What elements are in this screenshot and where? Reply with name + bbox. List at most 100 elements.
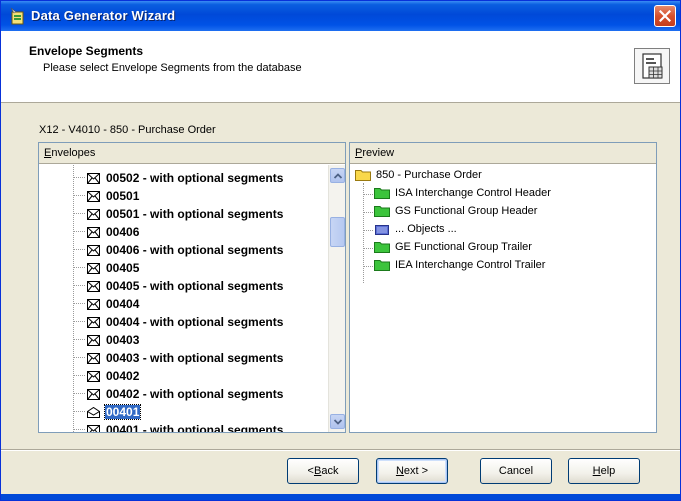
envelope-icon <box>87 388 100 400</box>
envelope-item-label: 00405 <box>106 261 140 275</box>
preview-tree[interactable]: 850 - Purchase Order ISA Interchange Con… <box>350 165 656 432</box>
envelope-item-label: 00403 - with optional segments <box>106 351 284 365</box>
tree-item[interactable]: IEA Interchange Control Trailer <box>364 259 546 271</box>
window-title: Data Generator Wizard <box>31 8 176 23</box>
header-title: Envelope Segments <box>29 44 144 58</box>
green-folder-icon <box>374 260 390 271</box>
envelope-item[interactable]: 00403 <box>74 331 140 349</box>
envelope-item[interactable]: 00405 <box>74 259 140 277</box>
tree-connector <box>74 393 85 394</box>
envelope-icon <box>87 424 100 432</box>
envelope-item[interactable]: 00402 - with optional segments <box>74 385 284 403</box>
envelope-item[interactable]: 00501 <box>74 187 140 205</box>
envelope-item[interactable]: 00402 <box>74 367 140 385</box>
tree-root[interactable]: 850 - Purchase Order <box>355 169 482 181</box>
envelope-icon <box>87 244 100 256</box>
wizard-app-icon <box>10 7 24 25</box>
tree-connector <box>74 303 85 304</box>
envelopes-pane: Envelopes 00502 - with optional segments… <box>38 142 346 433</box>
envelope-icon <box>87 334 100 346</box>
envelope-item-label: 00402 <box>106 369 140 383</box>
envelope-item-label: 00501 <box>106 189 140 203</box>
tree-item[interactable]: ISA Interchange Control Header <box>364 187 551 199</box>
envelopes-header: Envelopes <box>39 143 345 164</box>
tree-item-label: ... Objects ... <box>395 223 457 235</box>
close-button[interactable] <box>654 5 676 27</box>
tree-item[interactable]: GS Functional Group Header <box>364 205 538 217</box>
document-grid-icon <box>634 48 670 84</box>
wizard-header: Envelope Segments Please select Envelope… <box>1 31 680 103</box>
envelope-item[interactable]: 00401 <box>74 403 142 421</box>
envelope-item[interactable]: 00404 <box>74 295 140 313</box>
envelope-item[interactable]: 00401 - with optional segments <box>74 421 284 432</box>
tree-connector <box>74 375 85 376</box>
envelope-item-label: 00404 <box>106 297 140 311</box>
envelopes-scrollbar[interactable] <box>328 165 345 432</box>
close-icon <box>659 10 671 22</box>
footer-separator <box>1 449 680 451</box>
tree-connector <box>364 266 373 267</box>
envelope-item[interactable]: 00406 <box>74 223 140 241</box>
envelope-item-label: 00401 - with optional segments <box>106 423 284 432</box>
green-folder-icon <box>374 188 390 199</box>
envelope-item-label: 00406 <box>106 225 140 239</box>
envelope-icon <box>87 262 100 274</box>
message-path-label: X12 - V4010 - 850 - Purchase Order <box>39 124 216 136</box>
tree-guide-line <box>73 165 74 432</box>
back-button[interactable]: < Back <box>287 458 359 484</box>
chevron-down-icon <box>334 419 342 425</box>
preview-header: Preview <box>350 143 656 164</box>
scroll-down-button[interactable] <box>330 414 345 429</box>
envelope-item[interactable]: 00403 - with optional segments <box>74 349 284 367</box>
tree-connector <box>74 267 85 268</box>
envelope-item-label: 00401 <box>103 404 142 420</box>
envelope-item-label: 00402 - with optional segments <box>106 387 284 401</box>
open-envelope-icon <box>87 406 100 418</box>
wizard-window: Data Generator Wizard Envelope Segments … <box>0 0 681 501</box>
tree-connector <box>74 213 85 214</box>
tree-item[interactable]: GE Functional Group Trailer <box>364 241 532 253</box>
envelope-item-label: 00502 - with optional segments <box>106 171 284 185</box>
tree-connector <box>364 230 373 231</box>
green-folder-icon <box>374 206 390 217</box>
tree-connector <box>74 339 85 340</box>
scroll-up-button[interactable] <box>330 168 345 183</box>
preview-pane: Preview 850 - Purchase Order ISA Interch… <box>349 142 657 433</box>
envelope-item[interactable]: 00502 - with optional segments <box>74 169 284 187</box>
blue-folder-icon <box>375 225 389 235</box>
tree-connector <box>74 249 85 250</box>
tree-item-label: IEA Interchange Control Trailer <box>395 259 546 271</box>
envelope-item-label: 00404 - with optional segments <box>106 315 284 329</box>
tree-connector <box>74 429 85 430</box>
tree-guide-line <box>363 183 364 283</box>
envelope-item[interactable]: 00404 - with optional segments <box>74 313 284 331</box>
tree-connector <box>364 212 373 213</box>
title-bar[interactable]: Data Generator Wizard <box>1 1 680 31</box>
tree-connector <box>74 285 85 286</box>
next-button[interactable]: Next > <box>376 458 448 484</box>
yellow-folder-icon <box>355 170 371 181</box>
tree-item-label: GS Functional Group Header <box>395 205 538 217</box>
envelope-icon <box>87 316 100 328</box>
scroll-thumb[interactable] <box>330 217 345 247</box>
tree-connector <box>74 195 85 196</box>
help-button[interactable]: Help <box>568 458 640 484</box>
envelope-icon <box>87 280 100 292</box>
envelopes-list[interactable]: 00502 - with optional segments 00501 00501… <box>39 165 327 432</box>
tree-item[interactable]: ... Objects ... <box>364 223 457 235</box>
envelope-icon <box>87 208 100 220</box>
envelope-item[interactable]: 00406 - with optional segments <box>74 241 284 259</box>
header-subtitle: Please select Envelope Segments from the… <box>43 62 302 74</box>
cancel-button[interactable]: Cancel <box>480 458 552 484</box>
chevron-up-icon <box>334 173 342 179</box>
envelope-item[interactable]: 00501 - with optional segments <box>74 205 284 223</box>
tree-item-label: ISA Interchange Control Header <box>395 187 551 199</box>
envelope-icon <box>87 352 100 364</box>
envelope-icon <box>87 370 100 382</box>
envelope-item[interactable]: 00405 - with optional segments <box>74 277 284 295</box>
envelope-icon <box>87 298 100 310</box>
envelope-item-label: 00405 - with optional segments <box>106 279 284 293</box>
window-bottom-edge <box>1 494 680 500</box>
envelope-item-label: 00406 - with optional segments <box>106 243 284 257</box>
tree-connector <box>364 248 373 249</box>
